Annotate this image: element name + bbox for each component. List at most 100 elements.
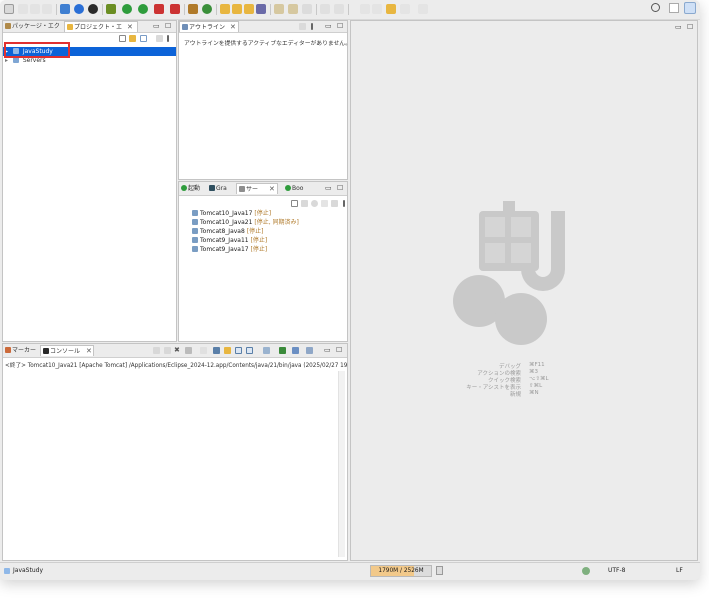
java-perspective-icon[interactable] bbox=[684, 2, 696, 14]
sync-icon[interactable] bbox=[582, 567, 590, 575]
maximize-icon[interactable]: ☐ bbox=[687, 22, 693, 33]
status-encoding[interactable]: UTF-8 bbox=[608, 567, 626, 574]
open-task-icon[interactable] bbox=[232, 4, 242, 14]
outline-toolbar-icon[interactable] bbox=[299, 23, 306, 30]
console-scrollbar[interactable] bbox=[338, 371, 345, 557]
run-icon[interactable] bbox=[122, 4, 132, 14]
server-item[interactable]: Tomcat10_Java17 [停止] bbox=[192, 209, 299, 218]
print-icon[interactable] bbox=[42, 4, 52, 14]
pen-icon[interactable] bbox=[256, 4, 266, 14]
status-line-ending[interactable]: LF bbox=[676, 567, 683, 574]
hint-key: ⌥⇧⌘L bbox=[529, 376, 549, 382]
filter-icon[interactable] bbox=[140, 35, 147, 42]
new-java-package-icon[interactable] bbox=[188, 4, 198, 14]
tab-project-explorer[interactable]: プロジェクト・エ ✕ bbox=[64, 21, 138, 32]
prev-annotation-icon[interactable] bbox=[334, 4, 344, 14]
close-icon[interactable]: ✕ bbox=[86, 346, 92, 357]
minimize-icon[interactable]: ▭ bbox=[325, 21, 332, 32]
toggle-mark-icon[interactable] bbox=[288, 4, 298, 14]
tab-boot-label: Boo bbox=[292, 185, 304, 192]
tab-boot-dashboard[interactable]: Boo bbox=[283, 183, 315, 194]
remove-all-icon[interactable] bbox=[185, 347, 192, 354]
minimize-icon[interactable]: ▭ bbox=[324, 345, 331, 356]
terminate-icon[interactable] bbox=[88, 4, 98, 14]
view-menu-icon[interactable] bbox=[343, 200, 345, 207]
stop-console-icon[interactable] bbox=[164, 347, 171, 354]
open-perspective-icon[interactable] bbox=[669, 3, 679, 13]
external-tools-icon[interactable] bbox=[170, 4, 180, 14]
show-stderr-icon[interactable] bbox=[246, 347, 253, 354]
profile-server-icon[interactable] bbox=[321, 200, 328, 207]
focus-icon[interactable] bbox=[156, 35, 163, 42]
display-console-icon[interactable] bbox=[279, 347, 286, 354]
scroll-lock-icon[interactable] bbox=[213, 347, 220, 354]
view-menu-icon[interactable] bbox=[167, 35, 169, 42]
word-wrap-icon[interactable] bbox=[224, 347, 231, 354]
next-annotation-icon[interactable] bbox=[320, 4, 330, 14]
word-wrap-icon[interactable] bbox=[302, 4, 312, 14]
minimize-icon[interactable]: ▭ bbox=[153, 21, 160, 32]
run-server-icon[interactable] bbox=[138, 4, 148, 14]
tab-servers[interactable]: サー ✕ bbox=[236, 183, 278, 194]
server-item[interactable]: Tomcat8_Java8 [停止] bbox=[192, 227, 299, 236]
back-icon[interactable] bbox=[360, 4, 370, 14]
console-tab-bar: マーカー コンソール ✕ ✖ ▭ ☐ bbox=[3, 344, 347, 358]
tab-markers[interactable]: マーカー bbox=[3, 345, 39, 356]
new-icon[interactable] bbox=[4, 4, 14, 14]
server-item[interactable]: Tomcat9_Java11 [停止] bbox=[192, 236, 299, 245]
save-all-icon[interactable] bbox=[30, 4, 40, 14]
collapse-all-icon[interactable] bbox=[291, 200, 298, 207]
nav-forward-icon[interactable] bbox=[400, 4, 410, 14]
minimize-icon[interactable]: ▭ bbox=[675, 22, 682, 33]
new-java-class-icon[interactable] bbox=[202, 4, 212, 14]
maximize-icon[interactable]: ☐ bbox=[336, 345, 342, 356]
debug-icon[interactable] bbox=[106, 4, 116, 14]
close-icon[interactable]: ✕ bbox=[230, 22, 236, 33]
maximize-icon[interactable]: ☐ bbox=[337, 183, 343, 194]
build-icon[interactable] bbox=[60, 4, 70, 14]
tab-outline[interactable]: アウトライン ✕ bbox=[179, 21, 239, 32]
project-icon bbox=[4, 568, 10, 574]
annotation-icon[interactable] bbox=[274, 4, 284, 14]
stop-icon[interactable] bbox=[154, 4, 164, 14]
debug-server-icon[interactable] bbox=[301, 200, 308, 207]
tab-package-explorer[interactable]: パッケージ・エク bbox=[3, 21, 63, 32]
status-project: JavaStudy bbox=[13, 567, 43, 574]
maximize-icon[interactable]: ☐ bbox=[165, 21, 171, 32]
heap-monitor[interactable]: 1790M / 2526M bbox=[370, 565, 432, 577]
forward-icon[interactable] bbox=[372, 4, 382, 14]
hint-key: ⌘F11 bbox=[529, 362, 545, 368]
last-edit-icon[interactable] bbox=[386, 4, 396, 14]
terminate-console-icon[interactable] bbox=[153, 347, 160, 354]
open-type-icon[interactable] bbox=[220, 4, 230, 14]
pin-console-icon[interactable] bbox=[263, 347, 270, 354]
server-item[interactable]: Tomcat9_Java17 [停止] bbox=[192, 245, 299, 254]
new-console-icon[interactable] bbox=[306, 347, 313, 354]
tab-gradle[interactable]: Gra bbox=[207, 183, 235, 194]
open-console-icon[interactable] bbox=[292, 347, 299, 354]
search-icon[interactable] bbox=[651, 3, 660, 12]
tab-gradle-label: Gra bbox=[216, 185, 227, 192]
show-stdout-icon[interactable] bbox=[235, 347, 242, 354]
minimize-icon[interactable]: ▭ bbox=[325, 183, 332, 194]
pin-editor-icon[interactable] bbox=[418, 4, 428, 14]
tab-launch[interactable]: 起動 bbox=[179, 183, 205, 194]
save-icon[interactable] bbox=[18, 4, 28, 14]
collapse-all-icon[interactable] bbox=[119, 35, 126, 42]
skip-breakpoints-icon[interactable] bbox=[74, 4, 84, 14]
garbage-collect-icon[interactable] bbox=[436, 566, 443, 575]
start-server-icon[interactable] bbox=[311, 200, 318, 207]
main-toolbar bbox=[0, 0, 700, 20]
remove-launch-icon[interactable]: ✖ bbox=[174, 345, 180, 356]
server-list: Tomcat10_Java17 [停止] Tomcat10_Java21 [停止… bbox=[192, 209, 299, 254]
clear-console-icon[interactable] bbox=[200, 347, 207, 354]
stop-server-icon[interactable] bbox=[331, 200, 338, 207]
link-editor-icon[interactable] bbox=[129, 35, 136, 42]
close-icon[interactable]: ✕ bbox=[127, 22, 133, 33]
search-tool-icon[interactable] bbox=[244, 4, 254, 14]
server-item[interactable]: Tomcat10_Java21 [停止, 同期済み] bbox=[192, 218, 299, 227]
maximize-icon[interactable]: ☐ bbox=[337, 21, 343, 32]
tab-console[interactable]: コンソール ✕ bbox=[40, 345, 94, 356]
view-menu-icon[interactable] bbox=[311, 23, 313, 30]
close-icon[interactable]: ✕ bbox=[269, 184, 275, 195]
